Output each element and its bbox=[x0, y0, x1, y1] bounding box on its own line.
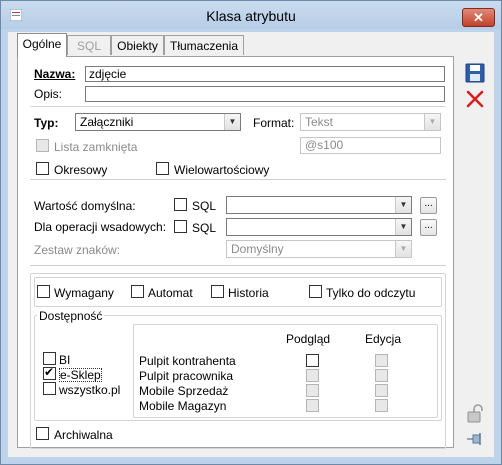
zestaw-znakow-combo[interactable]: Domyślny ▼ bbox=[226, 240, 412, 258]
row-pulpit-kontrahenta-podglad-checkbox[interactable] bbox=[306, 354, 319, 367]
row-mobile-sprzedaz-podglad-checkbox[interactable] bbox=[306, 384, 319, 397]
chevron-down-icon[interactable]: ▼ bbox=[395, 219, 411, 235]
edycja-column-header: Edycja bbox=[365, 332, 402, 346]
tylko-do-odczytu-checkbox[interactable] bbox=[309, 285, 322, 298]
opis-label: Opis: bbox=[34, 87, 63, 101]
pin-button[interactable] bbox=[463, 428, 487, 450]
divider bbox=[30, 179, 446, 180]
row-pulpit-pracownika-label: Pulpit pracownika bbox=[139, 369, 234, 383]
wartosc-domyslna-ellipsis-button[interactable]: ... bbox=[420, 197, 437, 214]
archiwalna-checkbox[interactable] bbox=[36, 427, 49, 440]
system-esklep-label: e-Sklep bbox=[59, 368, 102, 382]
typ-combo[interactable]: Załączniki ▼ bbox=[75, 113, 241, 131]
system-bi-checkbox[interactable] bbox=[43, 352, 56, 365]
delete-button[interactable] bbox=[463, 88, 487, 110]
okresowy-label: Okresowy bbox=[54, 163, 108, 177]
tab-obiekty[interactable]: Obiekty bbox=[111, 35, 164, 55]
system-esklep-checkbox[interactable] bbox=[43, 365, 56, 380]
row-pulpit-pracownika-edycja-checkbox[interactable] bbox=[375, 369, 388, 382]
dla-operacji-label: Dla operacji wsadowych: bbox=[34, 220, 167, 234]
lista-zamknieta-label: Lista zamknięta bbox=[54, 140, 138, 154]
wartosc-domyslna-sql-checkbox[interactable] bbox=[174, 198, 187, 211]
save-button[interactable] bbox=[463, 62, 487, 84]
historia-checkbox[interactable] bbox=[211, 285, 224, 298]
tab-ogolne[interactable]: Ogólne bbox=[17, 33, 67, 57]
tylko-do-odczytu-label: Tylko do odczytu bbox=[326, 286, 416, 300]
save-icon bbox=[465, 63, 485, 83]
historia-label: Historia bbox=[228, 286, 269, 300]
dialog-client-area: Ogólne SQL Obiekty Tłumaczenia Nazwa: zd… bbox=[8, 32, 494, 457]
lock-button[interactable] bbox=[463, 403, 487, 425]
dla-operacji-combo[interactable]: ▼ bbox=[226, 218, 412, 236]
row-mobile-magazyn-label: Mobile Magazyn bbox=[139, 399, 227, 413]
chevron-down-icon[interactable]: ▼ bbox=[395, 241, 411, 257]
chevron-down-icon[interactable]: ▼ bbox=[424, 114, 440, 130]
format-label: Format: bbox=[253, 116, 295, 130]
dialog-window: Klasa atrybutu ✕ Ogólne SQL Obiekty Tłum… bbox=[0, 0, 502, 465]
typ-label: Typ: bbox=[34, 116, 59, 130]
dla-operacji-ellipsis-button[interactable]: ... bbox=[420, 219, 437, 236]
okresowy-checkbox[interactable] bbox=[36, 162, 49, 175]
wielowartosciowy-label: Wielowartościowy bbox=[174, 163, 270, 177]
automat-checkbox[interactable] bbox=[131, 285, 144, 298]
dla-operacji-sql-label: SQL bbox=[192, 221, 217, 235]
delete-icon bbox=[466, 90, 484, 108]
typ-value: Załączniki bbox=[80, 115, 134, 129]
wartosc-domyslna-label: Wartość domyślna: bbox=[34, 199, 136, 213]
chevron-down-icon[interactable]: ▼ bbox=[224, 114, 240, 130]
lock-icon bbox=[467, 404, 483, 423]
lista-zamknieta-checkbox[interactable] bbox=[36, 139, 49, 152]
general-tab-panel: Nazwa: zdjęcie Opis: Typ: Załączniki ▼ F… bbox=[17, 56, 454, 449]
row-mobile-magazyn-podglad-checkbox[interactable] bbox=[306, 399, 319, 412]
title-bar[interactable]: Klasa atrybutu ✕ bbox=[1, 1, 501, 29]
row-pulpit-kontrahenta-edycja-checkbox[interactable] bbox=[375, 354, 388, 367]
system-wszystkopl-label: wszystko.pl bbox=[59, 383, 121, 397]
archiwalna-label: Archiwalna bbox=[54, 428, 113, 442]
wielowartosciowy-checkbox[interactable] bbox=[156, 162, 169, 175]
wymagany-checkbox[interactable] bbox=[37, 285, 50, 298]
tab-tlumaczenia[interactable]: Tłumaczenia bbox=[164, 35, 244, 55]
system-wszystkopl-checkbox[interactable] bbox=[43, 382, 56, 395]
format-combo[interactable]: Tekst ▼ bbox=[300, 113, 441, 131]
format-mask-input[interactable]: @s100 bbox=[300, 137, 441, 154]
system-bi-label: BI bbox=[59, 353, 71, 367]
close-button[interactable]: ✕ bbox=[462, 8, 495, 27]
dla-operacji-sql-checkbox[interactable] bbox=[174, 220, 187, 233]
pin-icon bbox=[467, 433, 481, 445]
row-mobile-magazyn-edycja-checkbox[interactable] bbox=[375, 399, 388, 412]
wartosc-domyslna-combo[interactable]: ▼ bbox=[226, 196, 412, 214]
row-mobile-sprzedaz-edycja-checkbox[interactable] bbox=[375, 384, 388, 397]
row-mobile-sprzedaz-label: Mobile Sprzedaż bbox=[139, 384, 229, 398]
row-pulpit-pracownika-podglad-checkbox[interactable] bbox=[306, 369, 319, 382]
nazwa-label: Nazwa: bbox=[34, 67, 76, 81]
row-pulpit-kontrahenta-label: Pulpit kontrahenta bbox=[139, 354, 236, 368]
opis-input[interactable] bbox=[85, 86, 445, 102]
podglad-column-header: Podgląd bbox=[286, 332, 331, 346]
wartosc-domyslna-sql-label: SQL bbox=[192, 199, 217, 213]
window-title: Klasa atrybutu bbox=[206, 8, 296, 24]
nazwa-input[interactable]: zdjęcie bbox=[85, 66, 445, 82]
divider bbox=[30, 265, 446, 266]
tab-sql[interactable]: SQL bbox=[67, 35, 111, 55]
chevron-down-icon[interactable]: ▼ bbox=[395, 197, 411, 213]
zestaw-znakow-label: Zestaw znaków: bbox=[34, 243, 121, 257]
automat-label: Automat bbox=[148, 286, 193, 300]
dostepnosc-label: Dostępność bbox=[37, 309, 105, 323]
format-value: Tekst bbox=[305, 115, 334, 129]
wymagany-label: Wymagany bbox=[54, 286, 114, 300]
zestaw-znakow-value: Domyślny bbox=[231, 242, 284, 256]
